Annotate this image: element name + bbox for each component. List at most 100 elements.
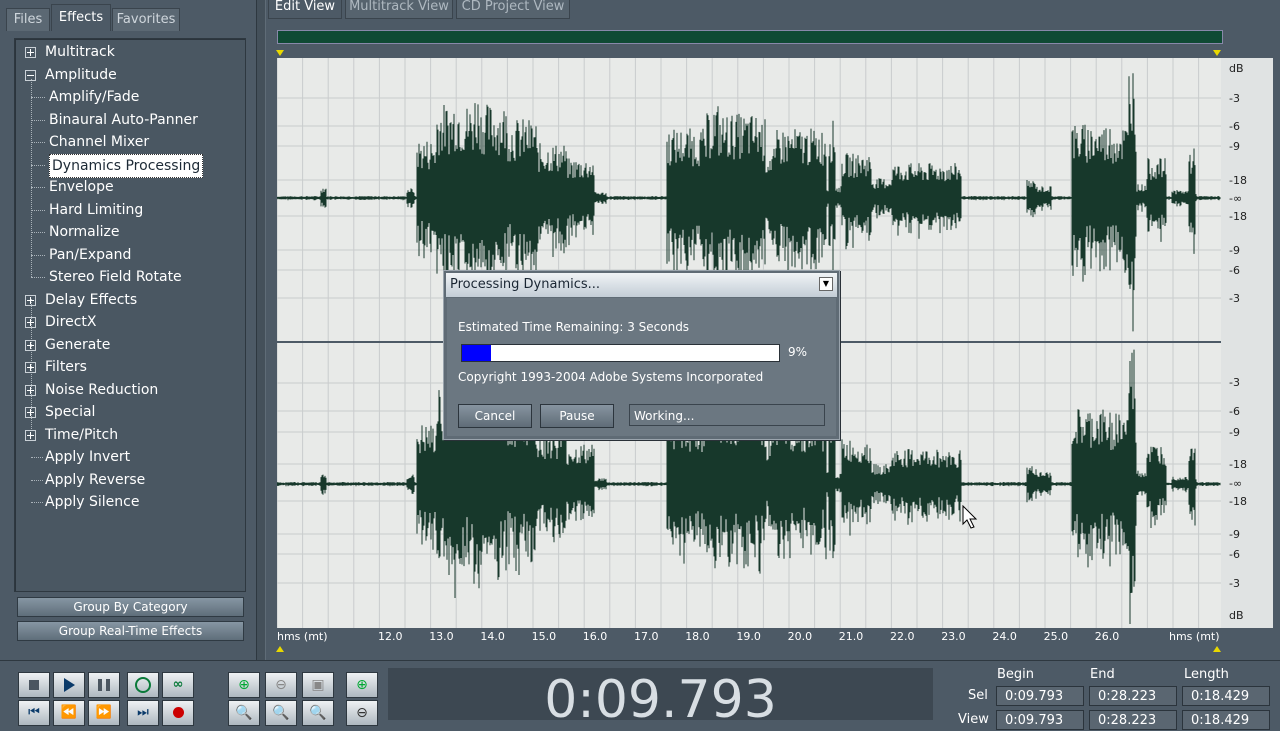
zoom-full-icon: ▣ xyxy=(311,677,325,693)
zoom-out-vertical-button[interactable]: ⊖ xyxy=(346,700,378,726)
tree-item-label: Pan/Expand xyxy=(49,246,132,263)
zoom-in-horizontal-button[interactable]: ⊕ xyxy=(228,672,260,698)
db-label: -∞ xyxy=(1229,477,1243,490)
rewind-button[interactable]: ⏪ xyxy=(53,700,85,726)
go-to-start-button[interactable]: ⏮ xyxy=(18,700,50,726)
expand-icon[interactable] xyxy=(25,407,36,418)
view-end-field[interactable]: 0:28.223 xyxy=(1089,710,1177,730)
tree-connector xyxy=(31,97,45,98)
ruler-tick-label: 16.0 xyxy=(582,630,608,643)
start-marker-bottom-icon[interactable] xyxy=(276,646,284,652)
go-to-end-button[interactable]: ⏭ xyxy=(127,700,159,726)
selection-length-field[interactable]: 0:18.429 xyxy=(1182,686,1270,706)
start-marker-icon[interactable] xyxy=(276,50,284,56)
expand-icon[interactable] xyxy=(25,317,36,328)
tree-connector xyxy=(31,187,45,188)
stop-button[interactable] xyxy=(18,672,50,698)
tree-item-label: Noise Reduction xyxy=(45,381,159,398)
loop-button[interactable]: ∞ xyxy=(162,672,194,698)
tree-item-label: Filters xyxy=(45,359,87,375)
tree-connector xyxy=(31,277,45,278)
db-label: -6 xyxy=(1229,120,1240,133)
ruler-tick-label: 18.0 xyxy=(685,630,710,643)
db-label: dB xyxy=(1229,62,1244,75)
group-realtime-effects-button[interactable]: Group Real-Time Effects xyxy=(17,621,244,641)
tree-item-label: Hard Limiting xyxy=(49,201,144,218)
rewind-icon: ⏪ xyxy=(60,705,78,720)
zoom-out-horizontal-button[interactable]: ⊖ xyxy=(265,672,297,698)
tab-multitrack-view[interactable]: Multitrack View xyxy=(345,0,453,19)
expand-icon[interactable] xyxy=(25,47,36,58)
pause-transport-button[interactable] xyxy=(88,672,120,698)
ruler-unit-right: hms (mt) xyxy=(1169,630,1220,643)
tree-connector xyxy=(31,479,43,481)
expand-icon[interactable] xyxy=(25,384,36,396)
length-header: Length xyxy=(1184,667,1229,682)
end-header: End xyxy=(1090,667,1115,682)
ruler-tick-label: 25.0 xyxy=(1043,630,1069,643)
fast-forward-icon: ⏩ xyxy=(95,705,113,720)
selection-begin-field[interactable]: 0:09.793 xyxy=(996,686,1084,706)
expand-icon[interactable] xyxy=(25,294,36,306)
ruler-tick-label: 13.0 xyxy=(429,630,454,643)
end-marker-bottom-icon[interactable] xyxy=(1213,646,1221,652)
fast-forward-button[interactable]: ⏩ xyxy=(88,700,120,726)
dialog-body: Estimated Time Remaining: 3 Seconds 9% C… xyxy=(447,298,836,436)
db-label: -9 xyxy=(1229,140,1240,153)
panel-tabs: Files Effects Favorites xyxy=(0,0,262,31)
tree-connector xyxy=(31,209,45,211)
panel-splitter[interactable] xyxy=(256,0,266,660)
ruler-tick-label: 15.0 xyxy=(531,630,557,643)
status-field: Working... xyxy=(629,404,825,426)
expand-icon[interactable] xyxy=(25,362,36,373)
tab-files[interactable]: Files xyxy=(6,8,50,31)
begin-header: Begin xyxy=(997,667,1035,682)
processing-dialog: Processing Dynamics... ▼ Estimated Time … xyxy=(443,270,840,440)
dialog-menu-icon[interactable]: ▼ xyxy=(819,277,833,291)
ruler-tick-label: 21.0 xyxy=(838,630,864,643)
pause-button[interactable]: Pause xyxy=(540,404,614,428)
tree-item-label: Generate xyxy=(45,336,111,353)
cancel-button[interactable]: Cancel xyxy=(458,404,532,428)
tree-connector xyxy=(31,119,45,121)
record-button[interactable] xyxy=(162,700,194,726)
play-looped-button[interactable] xyxy=(127,672,159,698)
db-label: -6 xyxy=(1229,264,1240,277)
loop-icon: ∞ xyxy=(172,677,184,692)
view-length-field[interactable]: 0:18.429 xyxy=(1182,710,1270,730)
zoom-full-button[interactable]: ▣ xyxy=(302,672,334,698)
collapse-icon[interactable] xyxy=(25,69,36,81)
db-label: -18 xyxy=(1229,495,1247,508)
play-looped-icon xyxy=(135,676,151,693)
zoom-out-icon: ⊖ xyxy=(275,677,287,693)
waveform-overview[interactable] xyxy=(277,30,1223,44)
time-ruler[interactable]: hms (mt) hms (mt) 12.0 13.0 14.0 15.0 16.0 17… xyxy=(277,628,1221,646)
tab-cd-project-view[interactable]: CD Project View xyxy=(456,0,570,19)
zoom-right-button[interactable]: 🔍 xyxy=(302,700,334,726)
play-button[interactable] xyxy=(53,672,85,698)
expand-icon[interactable] xyxy=(25,339,36,351)
selection-end-field[interactable]: 0:28.223 xyxy=(1089,686,1177,706)
end-marker-icon[interactable] xyxy=(1213,50,1221,56)
current-time: 0:09.793 xyxy=(544,670,777,730)
stop-icon xyxy=(29,679,39,690)
group-by-category-button[interactable]: Group By Category xyxy=(17,597,244,617)
ruler-tick-label: 23.0 xyxy=(941,630,966,643)
tab-edit-view[interactable]: Edit View xyxy=(268,0,342,19)
db-label: -9 xyxy=(1229,244,1240,257)
dialog-title: Processing Dynamics... xyxy=(446,273,837,297)
ruler-tick-label: 20.0 xyxy=(787,630,813,643)
ruler-unit-left: hms (mt) xyxy=(277,630,328,643)
zoom-in-vertical-button[interactable]: ⊕ xyxy=(346,672,378,698)
zoom-to-selection-button[interactable]: 🔍 xyxy=(228,700,260,726)
tab-effects[interactable]: Effects xyxy=(51,4,111,31)
zoom-left-button[interactable]: 🔍 xyxy=(265,700,297,726)
tab-favorites[interactable]: Favorites xyxy=(112,8,180,31)
db-label: -3 xyxy=(1229,577,1240,590)
progress-fill xyxy=(462,345,491,361)
tree-item-label: Dynamics Processing xyxy=(49,153,204,178)
db-label: -18 xyxy=(1229,458,1247,471)
expand-icon[interactable] xyxy=(25,429,36,441)
view-begin-field[interactable]: 0:09.793 xyxy=(996,710,1084,730)
go-to-end-icon: ⏭ xyxy=(137,705,149,720)
